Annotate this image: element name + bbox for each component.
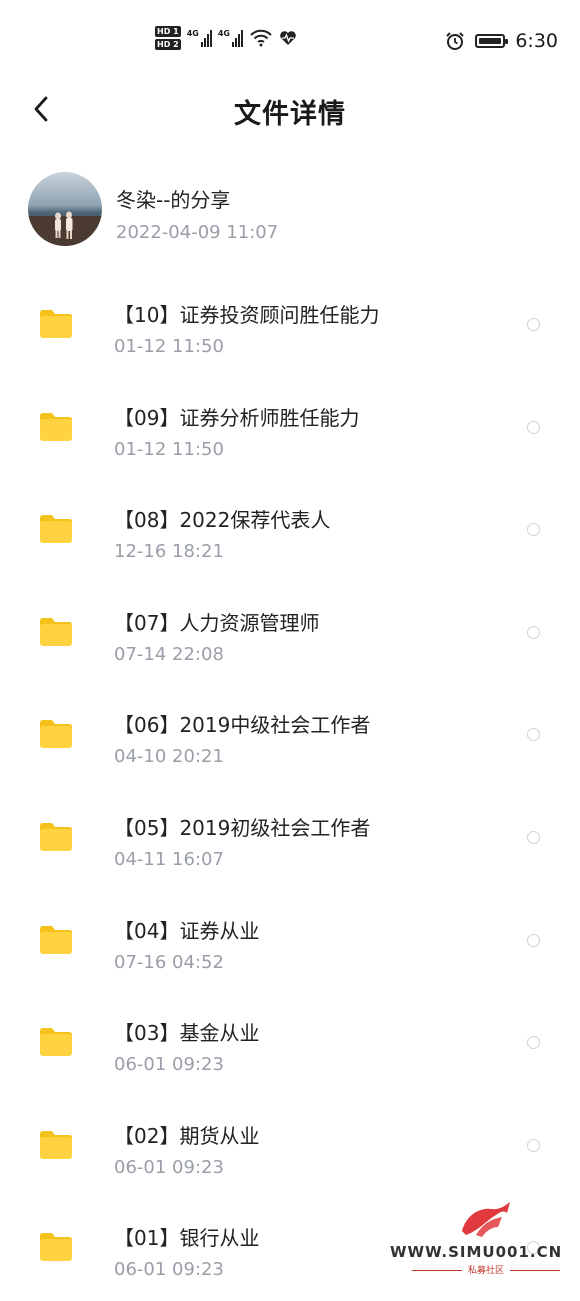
folder-icon <box>40 412 72 441</box>
watermark-subtitle: 私募社区 <box>400 1263 572 1276</box>
watermark-logo-icon <box>462 1202 510 1237</box>
file-time: 04-11 16:07 <box>114 848 224 870</box>
file-row[interactable]: 【09】证券分析师胜任能力 01-12 11:50 <box>0 378 580 481</box>
sim2-badge: HD 2 <box>155 39 181 50</box>
file-list: 【10】证券投资顾问胜任能力 01-12 11:50 【09】证券分析师胜任能力 01… <box>0 275 580 1301</box>
file-name: 【01】银行从业 <box>114 1226 260 1251</box>
file-name: 【10】证券投资顾问胜任能力 <box>114 303 380 327</box>
select-radio[interactable] <box>527 933 540 947</box>
file-name: 【05】2019初级社会工作者 <box>114 815 371 840</box>
file-row[interactable]: 【02】期货从业 06-01 09:23 <box>0 1096 580 1199</box>
folder-icon <box>40 822 72 851</box>
file-time: 07-14 22:08 <box>114 643 224 665</box>
status-bar: HD 1 HD 2 4G 4G 6:30 <box>0 0 580 80</box>
sim-indicators: HD 1 HD 2 <box>155 26 181 50</box>
file-name: 【09】证券分析师胜任能力 <box>114 405 360 430</box>
file-name: 【07】人力资源管理师 <box>114 610 320 635</box>
folder-icon <box>40 617 72 646</box>
select-radio[interactable] <box>527 420 540 434</box>
file-row[interactable]: 【07】人力资源管理师 07-14 22:08 <box>0 583 580 686</box>
folder-icon <box>40 720 72 749</box>
file-time: 06-01 09:23 <box>114 1259 224 1281</box>
file-name: 【03】基金从业 <box>114 1021 260 1046</box>
file-row[interactable]: 【04】证券从业 07-16 04:52 <box>0 891 580 994</box>
file-time: 07-16 04:52 <box>114 951 224 973</box>
file-time: 12-16 18:21 <box>114 541 224 563</box>
watermark-url: WWW.SIMU001.CN <box>390 1243 563 1261</box>
sharer-info: 冬染--的分享 2022-04-09 11:07 <box>28 172 548 248</box>
file-time: 06-01 09:23 <box>114 1156 224 1178</box>
file-row[interactable]: 【10】证券投资顾问胜任能力 01-12 11:50 <box>0 275 580 378</box>
select-radio[interactable] <box>527 728 540 742</box>
folder-icon <box>40 310 72 338</box>
heart-rate-icon <box>280 31 296 45</box>
clock: 6:30 <box>515 30 558 52</box>
share-time: 2022-04-09 11:07 <box>116 222 279 243</box>
select-radio[interactable] <box>527 1138 540 1152</box>
signal-icon: 4G <box>187 29 212 47</box>
sharer-name: 冬染--的分享 <box>116 188 231 212</box>
battery-icon <box>475 34 509 48</box>
file-name: 【04】证券从业 <box>114 918 260 943</box>
file-name: 【02】期货从业 <box>114 1123 260 1148</box>
watermark: WWW.SIMU001.CN 私募社区 <box>390 1202 572 1277</box>
file-time: 01-12 11:50 <box>114 336 224 357</box>
folder-icon <box>40 515 72 544</box>
status-left: HD 1 HD 2 4G 4G <box>155 26 297 50</box>
select-radio[interactable] <box>527 625 540 639</box>
select-radio[interactable] <box>527 1036 540 1050</box>
file-time: 01-12 11:50 <box>114 438 224 460</box>
folder-icon <box>40 925 72 954</box>
signal-icon-2: 4G <box>218 29 243 47</box>
alarm-icon <box>446 32 465 50</box>
file-time: 04-10 20:21 <box>114 746 224 768</box>
avatar[interactable] <box>28 172 102 246</box>
folder-icon <box>40 1028 72 1057</box>
sim1-badge: HD 1 <box>155 26 181 37</box>
network-type-label: 4G <box>186 29 199 38</box>
file-time: 06-01 09:23 <box>114 1054 224 1076</box>
status-right: 6:30 <box>445 30 558 52</box>
file-row[interactable]: 【05】2019初级社会工作者 04-11 16:07 <box>0 788 580 891</box>
file-name: 【08】2022保荐代表人 <box>114 508 331 533</box>
file-row[interactable]: 【03】基金从业 06-01 09:23 <box>0 993 580 1096</box>
folder-icon <box>40 1130 72 1159</box>
nav-header: 文件详情 <box>0 80 580 140</box>
select-radio[interactable] <box>527 318 540 331</box>
file-name: 【06】2019中级社会工作者 <box>114 713 371 738</box>
folder-icon <box>40 1233 72 1262</box>
page-title: 文件详情 <box>234 99 346 130</box>
file-row[interactable]: 【08】2022保荐代表人 12-16 18:21 <box>0 480 580 583</box>
avatar-image <box>28 172 102 246</box>
file-row[interactable]: 【06】2019中级社会工作者 04-10 20:21 <box>0 685 580 788</box>
select-radio[interactable] <box>527 830 540 844</box>
battery-level <box>479 38 502 44</box>
wifi-icon <box>250 29 272 47</box>
network-type-label-2: 4G <box>217 29 230 38</box>
select-radio[interactable] <box>527 523 540 537</box>
